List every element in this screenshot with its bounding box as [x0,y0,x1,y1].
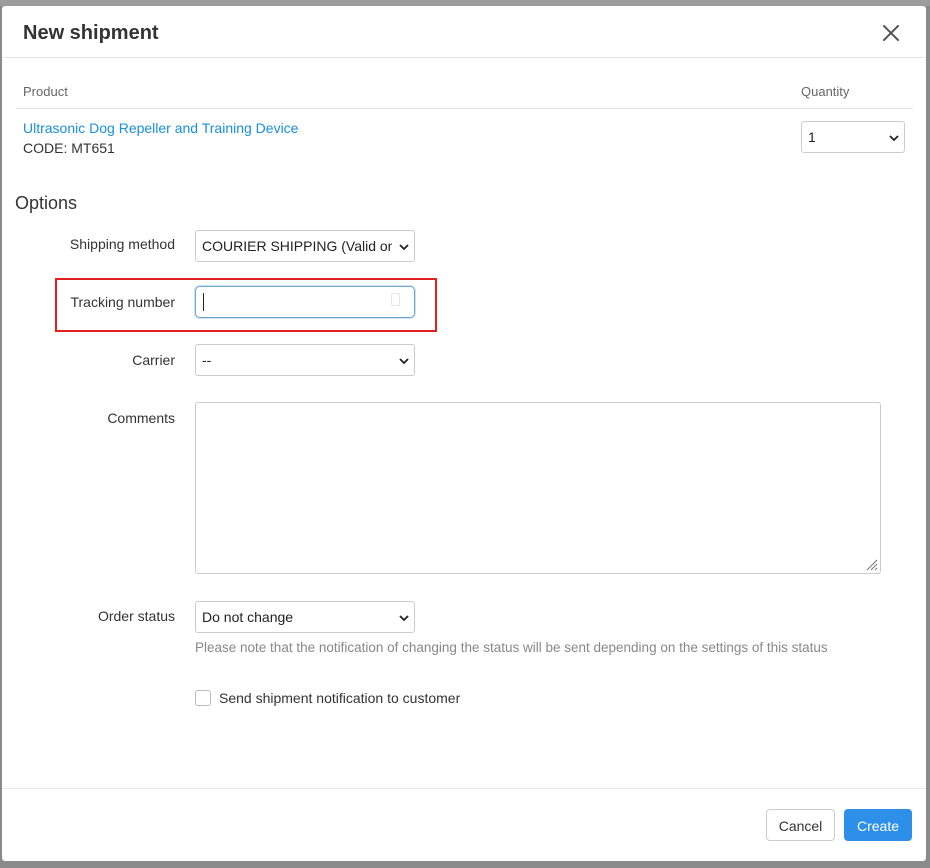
dialog-title: New shipment [23,22,159,44]
shipping-method-value: COURIER SHIPPING (Valid only for [202,238,392,254]
order-status-value: Do not change [202,609,294,625]
autofill-icon [391,293,400,306]
resize-grip-icon[interactable] [864,557,878,576]
chevron-down-icon [888,131,900,147]
comments-textarea[interactable] [195,402,881,574]
create-button[interactable]: Create [844,809,912,841]
carrier-select[interactable]: -- [195,344,415,376]
quantity-value: 1 [808,129,816,145]
quantity-select[interactable]: 1 [801,121,905,153]
options-heading: Options [15,193,78,213]
text-caret [203,293,204,311]
shipping-method-select[interactable]: COURIER SHIPPING (Valid only for [195,230,415,262]
product-name-link[interactable]: Ultrasonic Dog Repeller and Training Dev… [23,120,298,136]
product-code: CODE: MT651 [23,140,115,156]
chevron-down-icon [398,354,410,370]
order-status-note: Please note that the notification of cha… [195,640,828,655]
quantity-column-header: Quantity [801,84,850,99]
footer-divider [2,788,926,789]
tracking-number-label: Tracking number [70,294,175,310]
products-table-header: Product Quantity [16,78,913,109]
dialog-header: New shipment [2,6,926,58]
comments-label: Comments [107,410,175,426]
notify-customer-checkbox[interactable] [195,690,211,706]
tracking-number-input[interactable] [195,286,415,318]
chevron-down-icon [398,240,410,256]
cancel-button[interactable]: Cancel [766,809,835,841]
new-shipment-dialog: New shipment Product Quantity Ultrasonic… [2,6,926,861]
product-column-header: Product [23,84,68,99]
shipping-method-label: Shipping method [69,236,175,252]
close-icon [878,20,904,46]
carrier-value: -- [202,352,212,368]
order-status-label: Order status [97,608,175,624]
close-button[interactable] [878,20,904,46]
order-status-select[interactable]: Do not change [195,601,415,633]
chevron-down-icon [398,611,410,627]
notify-customer-label[interactable]: Send shipment notification to customer [219,690,460,706]
carrier-label: Carrier [132,352,175,368]
